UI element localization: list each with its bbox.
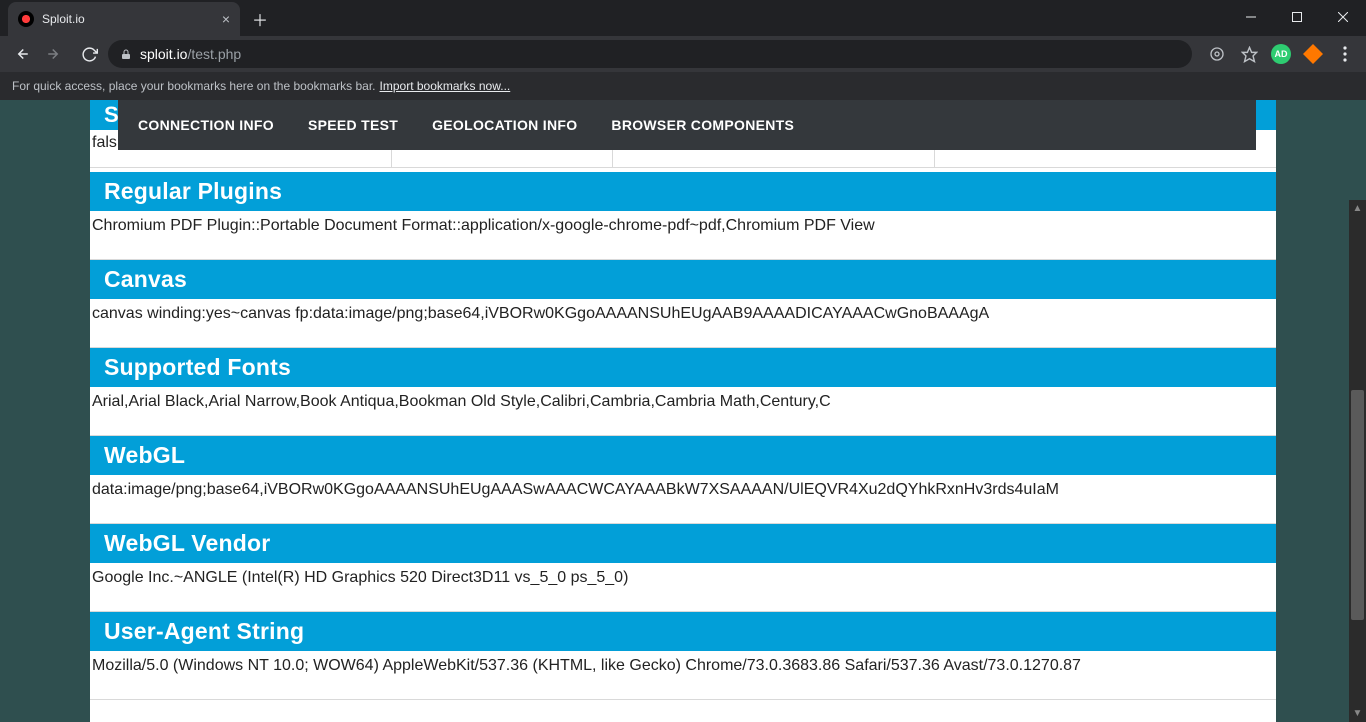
tab-title: Sploit.io	[42, 12, 214, 26]
nav-geolocation-info[interactable]: GEOLOCATION INFO	[432, 117, 577, 133]
section-header-supported-fonts: Supported Fonts	[90, 348, 1276, 387]
nav-speed-test[interactable]: SPEED TEST	[308, 117, 398, 133]
new-tab-button[interactable]: ＋	[246, 5, 274, 33]
reload-button[interactable]	[74, 39, 104, 69]
section-header-regular-plugins: Regular Plugins	[90, 172, 1276, 211]
section-header-partial-text: S	[104, 102, 119, 128]
section-header-webgl: WebGL	[90, 436, 1276, 475]
section-value-webgl-vendor: Google Inc.~ANGLE (Intel(R) HD Graphics …	[90, 563, 1276, 612]
scrollbar-thumb[interactable]	[1351, 390, 1364, 620]
browser-tab[interactable]: Sploit.io ×	[8, 2, 240, 36]
toolbar-right: AD	[1202, 39, 1360, 69]
section-header-webgl-vendor: WebGL Vendor	[90, 524, 1276, 563]
close-tab-icon[interactable]: ×	[222, 11, 230, 27]
ad-badge: AD	[1271, 44, 1291, 64]
bookmarks-bar: For quick access, place your bookmarks h…	[0, 72, 1366, 100]
import-bookmarks-link[interactable]: Import bookmarks now...	[380, 79, 511, 93]
address-bar[interactable]: sploit.io/test.php	[108, 40, 1192, 68]
section-value-regular-plugins: Chromium PDF Plugin::Portable Document F…	[90, 211, 1276, 260]
sections: Regular Plugins Chromium PDF Plugin::Por…	[90, 172, 1276, 700]
scrollbar-up-arrow[interactable]: ▲	[1349, 200, 1366, 217]
window-maximize-button[interactable]	[1274, 2, 1320, 32]
window-close-button[interactable]	[1320, 2, 1366, 32]
browser-toolbar: sploit.io/test.php AD	[0, 36, 1366, 72]
section-value-webgl: data:image/png;base64,iVBORw0KGgoAAAANSU…	[90, 475, 1276, 524]
page-content: S CONNECTION INFO SPEED TEST GEOLOCATION…	[90, 100, 1276, 722]
vertical-scrollbar[interactable]: ▲ ▼	[1349, 200, 1366, 722]
browser-titlebar: Sploit.io × ＋	[0, 0, 1366, 36]
extension-ad-icon[interactable]: AD	[1266, 39, 1296, 69]
section-header-canvas: Canvas	[90, 260, 1276, 299]
url-path: /test.php	[187, 46, 241, 62]
section-value-canvas: canvas winding:yes~canvas fp:data:image/…	[90, 299, 1276, 348]
bookmark-star-icon[interactable]	[1234, 39, 1264, 69]
page-nav: CONNECTION INFO SPEED TEST GEOLOCATION I…	[118, 100, 1256, 150]
back-button[interactable]	[6, 39, 36, 69]
scrollbar-down-arrow[interactable]: ▼	[1349, 705, 1366, 722]
page-viewport: S CONNECTION INFO SPEED TEST GEOLOCATION…	[0, 100, 1366, 722]
section-value-supported-fonts: Arial,Arial Black,Arial Narrow,Book Anti…	[90, 387, 1276, 436]
extension-avast-icon[interactable]	[1298, 39, 1328, 69]
url-text: sploit.io/test.php	[140, 46, 241, 62]
bookmarks-hint-text: For quick access, place your bookmarks h…	[12, 79, 376, 93]
window-controls	[1228, 2, 1366, 32]
url-host: sploit.io	[140, 46, 187, 62]
window-minimize-button[interactable]	[1228, 2, 1274, 32]
tab-favicon	[18, 11, 34, 27]
page-background: S CONNECTION INFO SPEED TEST GEOLOCATION…	[0, 100, 1366, 722]
site-info-icon[interactable]	[1202, 39, 1232, 69]
nav-browser-components[interactable]: BROWSER COMPONENTS	[611, 117, 794, 133]
avast-icon	[1303, 44, 1323, 64]
section-value-user-agent: Mozilla/5.0 (Windows NT 10.0; WOW64) App…	[90, 651, 1276, 700]
section-header-user-agent: User-Agent String	[90, 612, 1276, 651]
nav-connection-info[interactable]: CONNECTION INFO	[138, 117, 274, 133]
forward-button[interactable]	[40, 39, 70, 69]
browser-menu-button[interactable]	[1330, 39, 1360, 69]
lock-icon	[120, 48, 132, 61]
